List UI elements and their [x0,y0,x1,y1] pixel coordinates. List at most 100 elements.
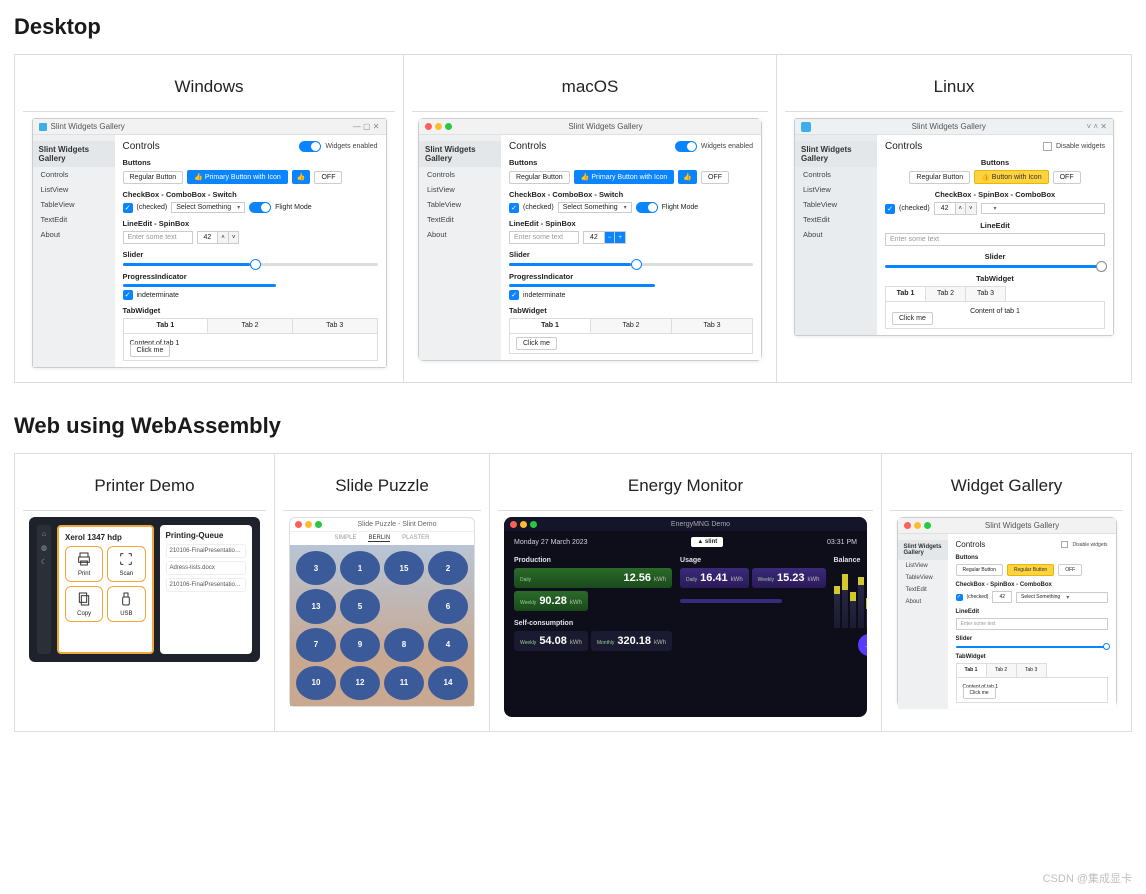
tab-3[interactable]: Tab 3 [966,287,1005,301]
checkbox[interactable]: ✓ [956,594,963,601]
puzzle-tile[interactable]: 14 [428,666,468,700]
queue-file[interactable]: 210106-FinalPresentatio… [166,544,247,558]
indeterminate-checkbox[interactable]: ✓ [509,290,519,300]
sidebar-item-tableview[interactable]: TableView [419,197,501,212]
tab-1[interactable]: Tab 1 [886,287,926,301]
tab-3[interactable]: Tab 3 [672,319,752,333]
window-controls[interactable]: — ▢ ✕ [353,122,380,131]
clickme-button[interactable]: Click me [892,312,933,325]
checkbox[interactable]: ✓ [123,203,133,213]
regular-button[interactable]: Regular Button [909,171,970,184]
moon-icon[interactable]: ☾ [41,558,47,566]
print-button[interactable]: Print [65,546,103,582]
spinbox[interactable]: 42 [992,591,1012,603]
tab-2[interactable]: Tab 2 [591,319,672,333]
sidebar-item-textedit[interactable]: TextEdit [33,212,115,227]
enable-toggle[interactable] [299,141,321,152]
puzzle-tile[interactable]: 11 [384,666,424,700]
scan-button[interactable]: Scan [107,546,145,582]
off-button[interactable]: OFF [701,171,729,184]
clickme-button[interactable]: Click me [963,687,996,699]
puzzle-tab-simple[interactable]: SIMPLE [334,535,356,542]
sidebar-item-tableview[interactable]: TableView [898,572,948,584]
puzzle-tab-plaster[interactable]: PLASTER [402,535,429,542]
checkbox[interactable]: ✓ [885,204,895,214]
tab-2[interactable]: Tab 2 [987,664,1017,677]
queue-file[interactable]: Adress-lists.docx [166,561,247,575]
puzzle-tile[interactable]: 2 [428,551,468,585]
spin-up-icon[interactable]: ˄ [956,202,967,215]
sidebar-item-about[interactable]: About [33,227,115,242]
primary-button[interactable]: 👍 Button with Icon [974,170,1048,184]
printer-demo-thumb[interactable]: ⌂◍☾ Xerol 1347 hdp Print Scan Copy USB P… [29,517,260,662]
puzzle-tile[interactable]: 13 [296,589,336,623]
puzzle-demo-thumb[interactable]: Slide Puzzle - Slint Demo SIMPLE BERLIN … [289,517,475,707]
tab-1[interactable]: Tab 1 [957,664,987,677]
spin-down-icon[interactable]: − [605,231,616,244]
window-controls[interactable]: ˅ ˄ ✕ [1087,122,1108,131]
spin-up-icon[interactable]: ˄ [218,231,229,244]
puzzle-tile[interactable]: 1 [340,551,380,585]
off-button[interactable]: OFF [314,171,342,184]
sidebar-item-controls[interactable]: Controls [795,167,877,182]
puzzle-tile[interactable]: 15 [384,551,424,585]
tab-3[interactable]: Tab 3 [1017,664,1046,677]
combobox[interactable]: Select Something [558,202,632,213]
text-input[interactable]: Enter some text [123,231,193,244]
disable-checkbox[interactable] [1061,541,1068,548]
puzzle-tile[interactable]: 9 [340,628,380,662]
text-input[interactable]: Enter some text [509,231,579,244]
enable-toggle[interactable] [675,141,697,152]
sidebar-item-listview[interactable]: ListView [898,560,948,572]
energy-demo-thumb[interactable]: EnergyMNG Demo Monday 27 March 2023 ▲ sl… [504,517,867,717]
clickme-button[interactable]: Click me [516,337,557,350]
off-button[interactable]: OFF [1058,564,1082,576]
spinbox[interactable]: 42˄˅ [934,202,977,215]
tab-1[interactable]: Tab 1 [124,319,209,333]
puzzle-tile[interactable]: 12 [340,666,380,700]
tab-2[interactable]: Tab 2 [926,287,966,301]
puzzle-tile[interactable]: 5 [340,589,380,623]
traffic-lights[interactable] [425,123,452,130]
spin-down-icon[interactable]: ˅ [966,202,977,215]
sidebar-item-listview[interactable]: ListView [795,182,877,197]
home-icon[interactable]: ⌂ [42,531,46,538]
combobox[interactable] [981,203,1105,214]
puzzle-tile[interactable]: 10 [296,666,336,700]
puzzle-tile[interactable]: 3 [296,551,336,585]
tab-1[interactable]: Tab 1 [510,319,591,333]
widget-gallery-thumb[interactable]: Slint Widgets Gallery Slint Widgets Gall… [897,517,1117,707]
fab-next-button[interactable]: → [858,634,867,656]
regular-button[interactable]: Regular Button [956,564,1003,576]
regular-button[interactable]: Regular Button [123,171,184,184]
regular-button[interactable]: Regular Button [509,171,570,184]
primary-button[interactable]: 👍 Primary Button with Icon [574,170,675,184]
drop-icon[interactable]: ◍ [41,544,47,552]
sidebar-item-listview[interactable]: ListView [33,182,115,197]
icon-button[interactable]: 👍 [292,170,311,184]
usb-button[interactable]: USB [107,586,145,622]
sidebar-item-about[interactable]: About [419,227,501,242]
spinbox[interactable]: 42˄˅ [197,231,240,244]
clickme-button[interactable]: Click me [130,344,171,357]
combobox[interactable]: Select Something [171,202,245,213]
spin-down-icon[interactable]: ˅ [229,231,240,244]
puzzle-tab-berlin[interactable]: BERLIN [368,535,390,542]
slider[interactable] [956,646,1108,648]
slider[interactable] [123,263,378,266]
tab-3[interactable]: Tab 3 [293,319,377,333]
checkbox[interactable]: ✓ [509,203,519,213]
text-input[interactable]: Enter some text [885,233,1105,246]
primary-button[interactable]: 👍 Primary Button with Icon [187,170,288,184]
puzzle-grid[interactable]: 311521356798410121114 [290,545,474,706]
spinbox[interactable]: 42−+ [583,231,626,244]
icon-button[interactable]: 👍 [678,170,697,184]
queue-file[interactable]: 210106-FinalPresentatio… [166,578,247,592]
disable-checkbox[interactable] [1043,142,1052,151]
sidebar-item-controls[interactable]: Controls [419,167,501,182]
sidebar-item-tableview[interactable]: TableView [33,197,115,212]
sidebar-item-controls[interactable]: Controls [33,167,115,182]
sidebar-item-textedit[interactable]: TextEdit [419,212,501,227]
puzzle-tile[interactable]: 8 [384,628,424,662]
puzzle-tile[interactable]: 4 [428,628,468,662]
